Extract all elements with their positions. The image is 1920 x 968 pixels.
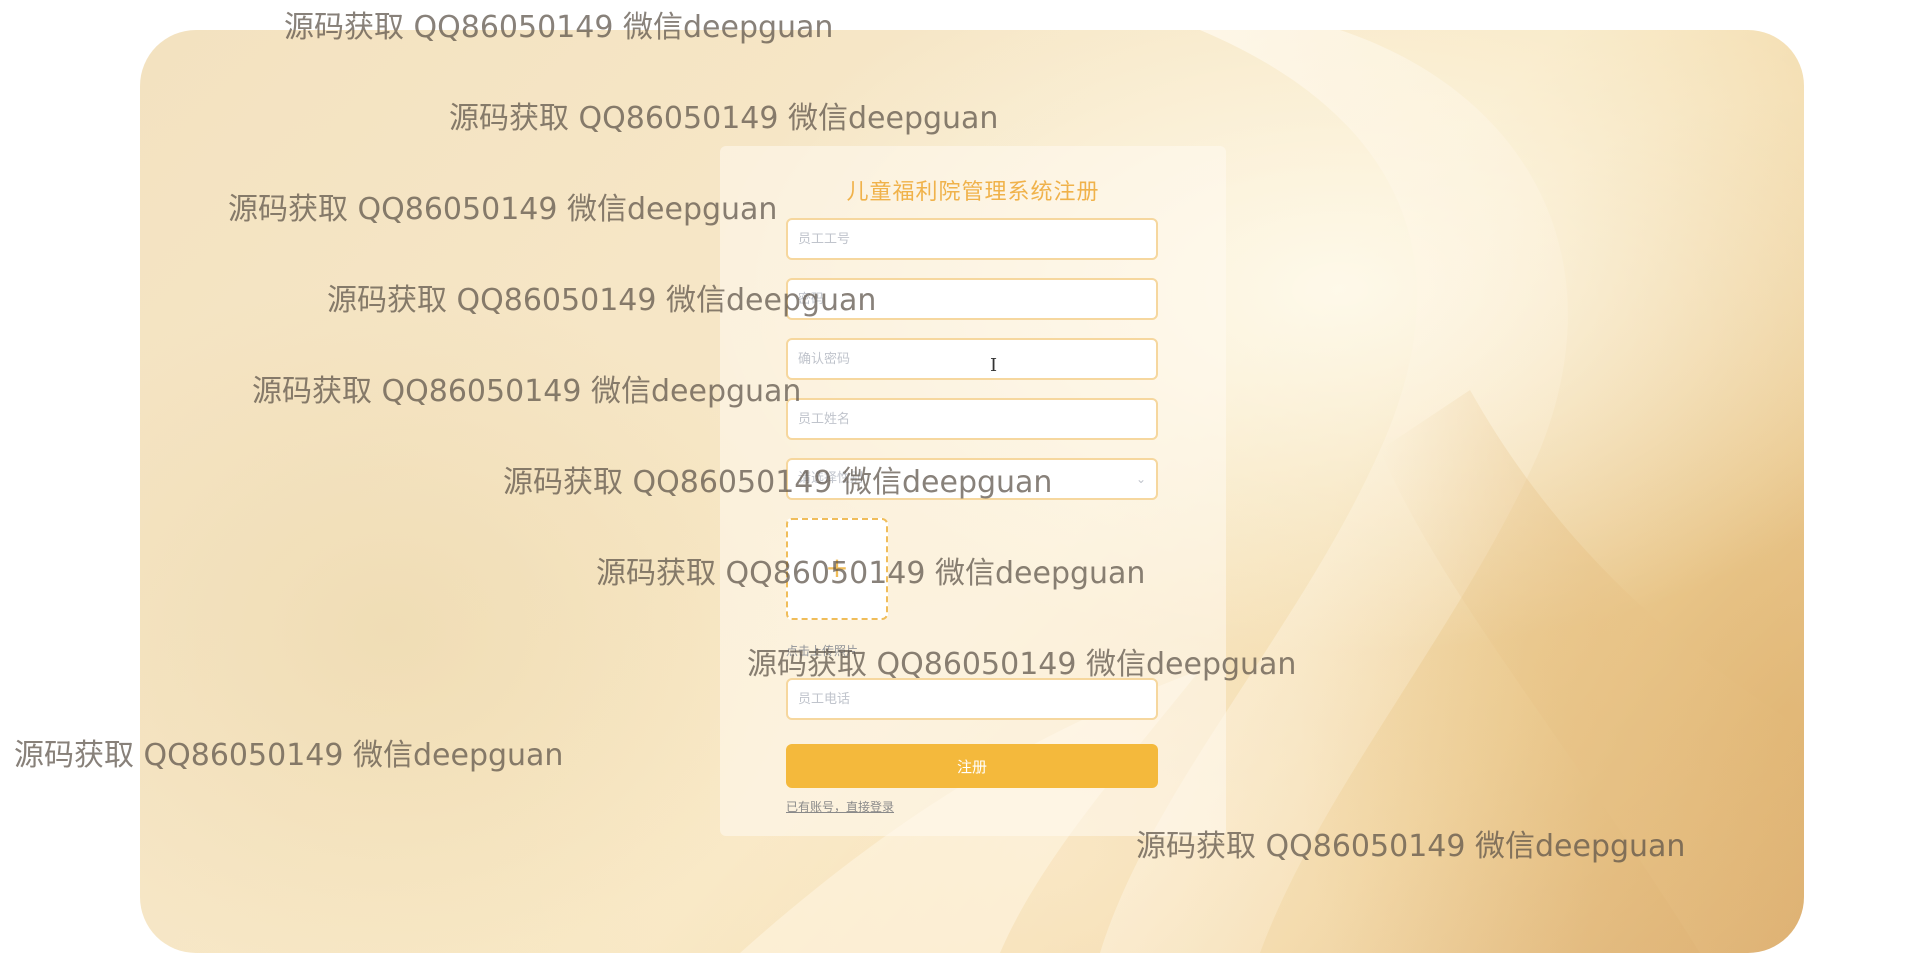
plus-icon: +: [825, 551, 849, 584]
register-form-card: 儿童福利院管理系统注册 请选择性别 ⌄ + 点击上传照片 注册 已有账号，直接登…: [720, 146, 1226, 836]
page: 儿童福利院管理系统注册 请选择性别 ⌄ + 点击上传照片 注册 已有账号，直接登…: [0, 0, 1920, 968]
password-field[interactable]: [786, 278, 1158, 320]
chevron-down-icon: ⌄: [1135, 472, 1146, 486]
login-link[interactable]: 已有账号，直接登录: [786, 798, 894, 815]
gender-select[interactable]: 请选择性别 ⌄: [786, 458, 1158, 500]
register-button[interactable]: 注册: [786, 744, 1158, 788]
upload-hint: 点击上传照片: [786, 644, 859, 658]
employee-name-field[interactable]: [786, 398, 1158, 440]
gender-select-placeholder: 请选择性别: [798, 471, 864, 486]
photo-upload-box[interactable]: +: [786, 518, 888, 620]
confirm-password-field[interactable]: [786, 338, 1158, 380]
text-cursor-icon: I: [990, 355, 998, 376]
form-title: 儿童福利院管理系统注册: [846, 180, 1100, 205]
phone-field[interactable]: [786, 678, 1158, 720]
employee-id-field[interactable]: [786, 218, 1158, 260]
